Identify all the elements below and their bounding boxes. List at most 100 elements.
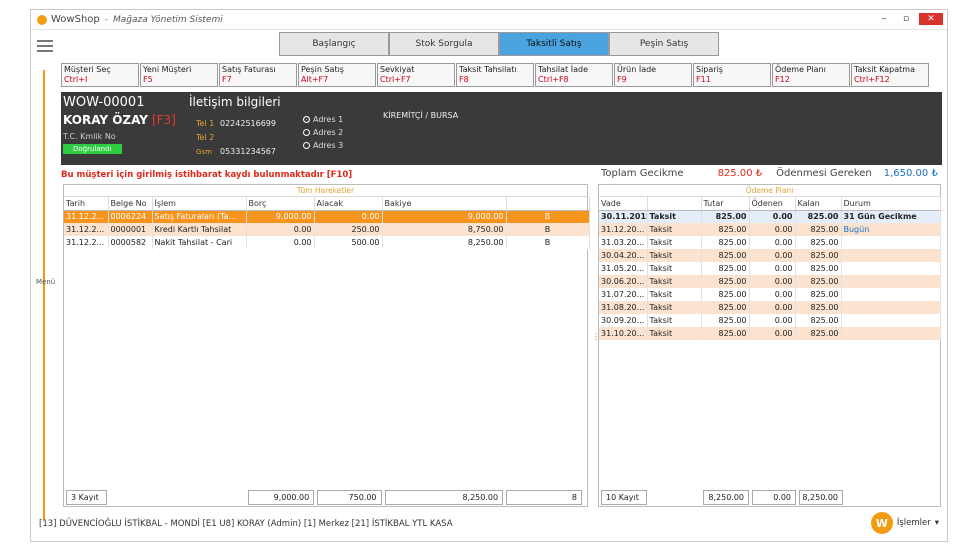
plan-total-tutar: 8,250.00 — [703, 489, 749, 505]
col-durum[interactable]: Durum — [841, 197, 941, 211]
pesin-satis-button[interactable]: Peşin Satış Alt+F7 — [298, 63, 376, 87]
delay-label: Toplam Gecikme — [601, 168, 684, 179]
islemler-label: İşlemler — [896, 518, 931, 528]
transactions-table: Tarih Belge No İşlem Borç Alacak Bakiye … — [64, 197, 590, 249]
phone-list: Tel 1 02242516699 Tel 2 Gsm 05331234567 — [196, 117, 276, 159]
plan-total-odenen: 0.00 — [752, 489, 796, 505]
verified-badge: Doğrulandı — [63, 144, 122, 154]
col-type[interactable] — [647, 197, 702, 211]
transactions-footer: 3 Kayıt 9,000.00 750.00 8,250.00 8 — [64, 488, 587, 506]
taksit-kapatma-button[interactable]: Taksit Kapatma Ctrl+F12 — [851, 63, 929, 87]
table-row[interactable]: 31.05.20... Taksit 825.00 0.00 825.00 — [599, 262, 941, 275]
app-brand: WowShop — [51, 14, 100, 25]
address-text: KİREMİTÇİ / BURSA — [383, 111, 459, 120]
tel1-value: 02242516699 — [220, 119, 276, 128]
w-logo-icon: W — [870, 512, 893, 534]
address-2-radio[interactable]: Adres 2 — [303, 126, 343, 139]
hamburger-menu-icon[interactable] — [37, 40, 53, 52]
plan-total-kalan: 8,250.00 — [799, 489, 843, 505]
title-bar: WowShop - Mağaza Yönetim Sistemi ‒ ▫ ✕ — [31, 10, 947, 30]
function-key-toolbar: Müşteri Seç Ctrl+I Yeni Müşteri F5 Satış F… — [61, 63, 930, 87]
satis-faturasi-button[interactable]: Satış Faturası F7 — [219, 63, 297, 87]
tab-stok-sorgula[interactable]: Stok Sorgula — [389, 32, 499, 56]
close-button[interactable]: ✕ — [919, 13, 943, 25]
table-row[interactable]: 31.07.20... Taksit 825.00 0.00 825.00 — [599, 288, 941, 301]
col-islem[interactable]: İşlem — [152, 197, 247, 211]
app-subtitle: Mağaza Yönetim Sistemi — [113, 14, 223, 25]
col-odenen[interactable]: Ödenen — [749, 197, 796, 211]
tab-taksitli-satis[interactable]: Taksitli Satış — [499, 32, 609, 56]
due-value: 1,650.00 ₺ — [883, 168, 938, 179]
odeme-plani-button[interactable]: Ödeme Planı F12 — [772, 63, 850, 87]
col-tutar[interactable]: Tutar — [701, 197, 750, 211]
title-separator: - — [104, 14, 108, 25]
col-alacak[interactable]: Alacak — [314, 197, 383, 211]
taksit-tahsilati-button[interactable]: Taksit Tahsilatı F8 — [456, 63, 534, 87]
col-vade[interactable]: Vade — [599, 197, 648, 211]
summary-bar: Toplam Gecikme 825.00 ₺ Ödenmesi Gereken… — [601, 168, 938, 179]
app-logo-icon — [37, 14, 47, 25]
maximize-button[interactable]: ▫ — [897, 13, 915, 25]
tab-baslangic[interactable]: Başlangıç — [279, 32, 389, 56]
siparis-button[interactable]: Sipariş F11 — [693, 63, 771, 87]
col-ba[interactable] — [506, 197, 590, 211]
table-row[interactable]: 30.11.2015 Taksit 825.00 0.00 825.00 31 Gün G… — [599, 210, 941, 223]
col-bakiye[interactable]: Bakiye — [382, 197, 507, 211]
record-count: 3 Kayıt — [66, 489, 108, 505]
customer-panel: WOW-00001 KORAY ÖZAY [F3] T.C. Kmlik No D… — [61, 92, 942, 165]
tck-label: T.C. Kmlik No — [63, 132, 116, 141]
musteri-sec-button[interactable]: Müşteri Seç Ctrl+I — [61, 63, 139, 87]
table-row[interactable]: 31.12.2... 0000582 Nakit Tahsilat - Cari 0.… — [64, 236, 590, 249]
intelligence-warning[interactable]: Bu müşteri için girilmiş istihbarat kayd… — [61, 170, 352, 180]
plan-record-count: 10 Kayıt — [601, 489, 647, 505]
due-label: Ödenmesi Gereken — [776, 168, 872, 179]
urun-iade-button[interactable]: Ürün İade F9 — [614, 63, 692, 87]
table-row[interactable]: 30.09.20... Taksit 825.00 0.00 825.00 — [599, 314, 941, 327]
col-belge-no[interactable]: Belge No — [108, 197, 153, 211]
customer-name: KORAY ÖZAY [F3] — [63, 113, 176, 127]
total-bakiye: 8,250.00 — [384, 489, 504, 505]
all-transactions-title: Tüm Hareketler — [64, 185, 587, 197]
delay-value: 825.00 ₺ — [717, 168, 763, 179]
caret-down-icon: ▾ — [934, 518, 939, 528]
table-row[interactable]: 31.12.20... Taksit 825.00 0.00 825.00 Bugün — [599, 223, 941, 236]
payment-plan-table: Vade Tutar Ödenen Kalan Durum 30.11.2015… — [599, 197, 941, 340]
menu-label[interactable]: Menü — [36, 278, 55, 286]
minimize-button[interactable]: ‒ — [875, 13, 893, 25]
table-row[interactable]: 31.12.2... 0006224 Satış Faturaları (Ta...… — [64, 210, 590, 223]
address-3-radio[interactable]: Adres 3 — [303, 139, 343, 152]
total-borc: 9,000.00 — [248, 489, 315, 505]
tel2-label: Tel 2 — [196, 133, 215, 142]
islemler-menu-button[interactable]: W İşlemler ▾ — [870, 512, 939, 534]
total-alacak: 750.00 — [317, 489, 382, 505]
table-row[interactable]: 30.06.20... Taksit 825.00 0.00 825.00 — [599, 275, 941, 288]
col-tarih[interactable]: Tarih — [64, 197, 109, 211]
payment-plan-footer: 10 Kayıt 8,250.00 0.00 8,250.00 — [599, 488, 940, 506]
total-ba: 8 — [506, 489, 582, 505]
payment-plan-title: Ödeme Planı — [599, 185, 940, 197]
payment-plan-panel: Ödeme Planı Vade Tutar Ödenen Kalan Duru… — [598, 184, 941, 507]
customer-code: WOW-00001 — [63, 95, 145, 110]
side-menu-strip[interactable] — [43, 70, 45, 520]
col-borc[interactable]: Borç — [246, 197, 315, 211]
main-tabs: Başlangıç Stok Sorgula Taksitli Satış Pe… — [279, 32, 719, 56]
f3-hint: [F3] — [151, 113, 176, 127]
yeni-musteri-button[interactable]: Yeni Müşteri F5 — [140, 63, 218, 87]
address-1-radio[interactable]: Adres 1 — [303, 113, 343, 126]
table-row[interactable]: 31.03.20... Taksit 825.00 0.00 825.00 — [599, 236, 941, 249]
col-kalan[interactable]: Kalan — [795, 197, 842, 211]
tab-pesin-satis[interactable]: Peşin Satış — [609, 32, 719, 56]
tel1-label: Tel 1 — [196, 119, 215, 128]
gsm-label: Gsm — [196, 148, 212, 156]
table-row[interactable]: 31.10.20... Taksit 825.00 0.00 825.00 — [599, 327, 941, 340]
app-window: WowShop - Mağaza Yönetim Sistemi ‒ ▫ ✕ M… — [30, 9, 948, 542]
tahsilat-iade-button[interactable]: Tahsilat İade Ctrl+F8 — [535, 63, 613, 87]
table-row[interactable]: 31.08.20... Taksit 825.00 0.00 825.00 — [599, 301, 941, 314]
contact-title: İletişim bilgileri — [189, 95, 281, 109]
sevkiyat-button[interactable]: Sevkiyat Ctrl+F7 — [377, 63, 455, 87]
address-radios: Adres 1 Adres 2 Adres 3 — [303, 113, 343, 152]
status-bar: [13] DÜVENCİOĞLU İSTİKBAL - MONDİ [E1 U8… — [39, 519, 453, 529]
table-row[interactable]: 31.12.2... 0000001 Kredi Kartlı Tahsilat 0.… — [64, 223, 590, 236]
table-row[interactable]: 30.04.20... Taksit 825.00 0.00 825.00 — [599, 249, 941, 262]
gsm-value: 05331234567 — [220, 147, 276, 156]
